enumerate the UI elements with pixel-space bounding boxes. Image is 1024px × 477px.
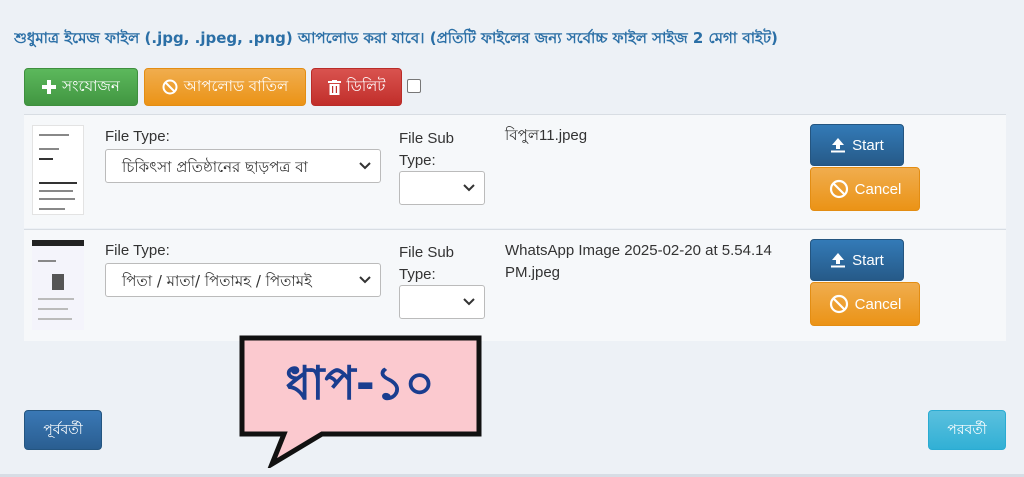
- file-sub-type-label: File Sub Type:: [399, 130, 455, 169]
- ban-icon: [162, 79, 178, 95]
- start-button[interactable]: Start: [810, 124, 904, 166]
- upload-panel: শুধুমাত্র ইমেজ ফাইল (.jpg, .jpeg, .png) …: [0, 0, 1024, 477]
- file-type-value: চিকিৎসা প্রতিষ্ঠানের ছাড়পত্র বা: [122, 158, 308, 176]
- cancel-upload-button[interactable]: আপলোড বাতিল: [144, 68, 306, 106]
- start-label: Start: [852, 136, 884, 154]
- cancel-label: Cancel: [854, 295, 902, 313]
- cancel-label: Cancel: [854, 180, 902, 198]
- chevron-down-icon: [463, 298, 475, 306]
- file-thumbnail: [32, 240, 84, 330]
- add-files-button[interactable]: সংযোজন: [24, 68, 138, 106]
- file-sub-type-select[interactable]: [399, 285, 485, 319]
- plus-icon: [42, 80, 57, 94]
- select-all-checkbox[interactable]: [407, 79, 421, 93]
- file-type-select[interactable]: চিকিৎসা প্রতিষ্ঠানের ছাড়পত্র বা: [105, 149, 381, 183]
- cancel-button[interactable]: Cancel: [810, 282, 920, 326]
- file-row: File Type: চিকিৎসা প্রতিষ্ঠানের ছাড়পত্র…: [24, 114, 1006, 228]
- file-type-label: File Type:: [105, 242, 170, 259]
- trash-icon: [327, 79, 341, 95]
- cancel-upload-label: আপলোড বাতিল: [183, 76, 289, 95]
- file-type-label: File Type:: [105, 128, 170, 145]
- chevron-down-icon: [359, 162, 371, 170]
- start-label: Start: [852, 251, 884, 269]
- file-name: WhatsApp Image 2025-02-20 at 5.54.14 PM.…: [505, 242, 772, 281]
- ban-icon: [829, 294, 848, 314]
- chevron-down-icon: [359, 276, 371, 284]
- upload-icon: [831, 253, 846, 268]
- file-row: File Type: পিতা / মাতা/ পিতামহ / পিতামই …: [24, 229, 1006, 341]
- file-type-select[interactable]: পিতা / মাতা/ পিতামহ / পিতামই: [105, 263, 381, 297]
- previous-label: পূর্ববর্তী: [43, 422, 83, 438]
- upload-notice: শুধুমাত্র ইমেজ ফাইল (.jpg, .jpeg, .png) …: [14, 29, 778, 47]
- file-sub-type-select[interactable]: [399, 171, 485, 205]
- cancel-button[interactable]: Cancel: [810, 167, 920, 211]
- previous-button[interactable]: পূর্ববর্তী: [24, 410, 102, 450]
- ban-icon: [829, 179, 848, 199]
- delete-label: ডিলিট: [346, 76, 386, 95]
- file-sub-type-label: File Sub Type:: [399, 244, 455, 283]
- upload-icon: [831, 138, 846, 153]
- next-button[interactable]: পরবর্তী: [928, 410, 1006, 450]
- file-thumbnail: [32, 125, 84, 215]
- add-files-label: সংযোজন: [62, 76, 120, 95]
- file-type-value: পিতা / মাতা/ পিতামহ / পিতামই: [122, 272, 312, 290]
- next-label: পরবর্তী: [947, 422, 987, 438]
- start-button[interactable]: Start: [810, 239, 904, 281]
- chevron-down-icon: [463, 184, 475, 192]
- step-callout-text: ধাপ-১০: [285, 356, 435, 410]
- delete-button[interactable]: ডিলিট: [311, 68, 402, 106]
- file-name: বিপুল11.jpeg: [505, 127, 588, 144]
